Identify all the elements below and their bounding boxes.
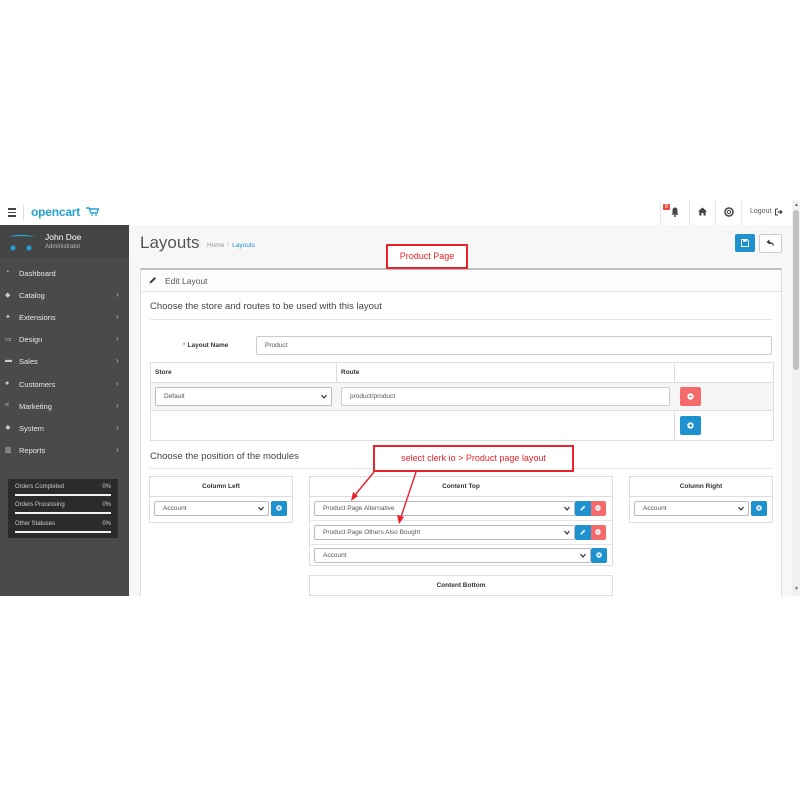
arrow-head <box>397 515 404 524</box>
chevron-right-icon: › <box>116 334 119 343</box>
stat-progress-bar <box>15 531 111 533</box>
scrollbar-thumb[interactable] <box>793 210 799 370</box>
stat-label: Orders Processing <box>15 502 65 508</box>
user-name: John Doe <box>45 232 82 242</box>
stat-orders-completed: Orders Completed 0% <box>15 484 111 496</box>
stat-label: Orders Completed <box>15 484 65 490</box>
bar-chart-icon: ▥ <box>5 447 12 454</box>
opencart-mark-icon <box>8 234 36 251</box>
header-divider <box>23 205 24 220</box>
sidebar: John Doe Administrator ◔ Dashboard ◆ Cat… <box>0 225 129 596</box>
chevron-right-icon: › <box>116 445 119 454</box>
monitor-icon: ▭ <box>5 336 12 343</box>
chevron-right-icon: › <box>116 290 119 299</box>
stat-progress-bar <box>15 512 111 514</box>
sidebar-item-label: Design <box>19 335 43 344</box>
scroll-down-icon[interactable]: ▼ <box>794 586 799 592</box>
chevron-right-icon: › <box>116 379 119 388</box>
stat-value: 0% <box>102 521 111 527</box>
arrow-line <box>400 471 417 518</box>
stat-progress-bar <box>15 494 111 496</box>
screenshot-frame: opencart 8 Logout John Doe Administrator… <box>0 200 800 596</box>
chevron-right-icon: › <box>116 401 119 410</box>
arrow-line <box>354 471 375 496</box>
stat-value: 0% <box>102 502 111 508</box>
sidebar-item-dashboard[interactable]: ◔ Dashboard <box>0 262 129 284</box>
help-button[interactable] <box>715 200 742 225</box>
sidebar-item-extensions[interactable]: ✦ Extensions › <box>0 306 129 328</box>
puzzle-icon: ✦ <box>5 314 11 321</box>
user-profile[interactable]: John Doe Administrator <box>0 225 129 258</box>
sidebar-item-customers[interactable]: ● Customers › <box>0 373 129 395</box>
sidebar-item-label: Catalog <box>19 291 45 300</box>
annotation-arrows <box>351 471 417 524</box>
sidebar-item-label: Sales <box>19 357 38 366</box>
sign-out-icon <box>775 208 783 216</box>
sidebar-item-label: Extensions <box>19 313 56 322</box>
sidebar-item-label: System <box>19 424 45 433</box>
home-button[interactable] <box>689 200 716 225</box>
notification-badge: 8 <box>663 204 670 210</box>
scroll-up-icon[interactable]: ▲ <box>794 202 799 208</box>
sidebar-item-sales[interactable]: ▬ Sales › <box>0 350 129 372</box>
order-stats: Orders Completed 0% Orders Processing 0%… <box>8 479 118 538</box>
chevron-right-icon: › <box>116 356 119 365</box>
sidebar-item-catalog[interactable]: ◆ Catalog › <box>0 284 129 306</box>
sidebar-item-label: Customers <box>19 380 56 389</box>
dashboard-icon: ◔ <box>5 269 10 276</box>
bell-icon <box>671 207 679 217</box>
brand-logo[interactable]: opencart <box>31 205 80 219</box>
sidebar-item-label: Marketing <box>19 402 52 411</box>
stat-orders-processing: Orders Processing 0% <box>15 502 111 514</box>
life-ring-icon <box>724 207 734 217</box>
sidebar-item-design[interactable]: ▭ Design › <box>0 328 129 350</box>
chevron-right-icon: › <box>116 423 119 432</box>
cart-logo-icon <box>86 207 99 216</box>
sidebar-item-marketing[interactable]: < Marketing › <box>0 395 129 417</box>
top-header: opencart 8 Logout <box>0 200 792 226</box>
user-role: Administrator <box>45 244 81 250</box>
vertical-scrollbar[interactable]: ▲ ▼ <box>792 200 800 596</box>
share-icon: < <box>5 402 10 409</box>
main-content: Layouts Home / Layouts Edit Layout Choos… <box>129 225 792 596</box>
stat-label: Other Statuses <box>15 521 56 527</box>
stat-value: 0% <box>102 484 111 490</box>
sidebar-item-label: Reports <box>19 446 46 455</box>
stat-other-statuses: Other Statuses 0% <box>15 521 111 533</box>
logout-label[interactable]: Logout <box>750 208 771 215</box>
sidebar-item-label: Dashboard <box>19 269 56 278</box>
cart-icon: ▬ <box>5 357 12 364</box>
home-icon <box>698 207 707 216</box>
menu-toggle-icon[interactable] <box>8 208 16 217</box>
chevron-right-icon: › <box>116 312 119 321</box>
sidebar-item-reports[interactable]: ▥ Reports › <box>0 439 129 461</box>
user-icon: ● <box>5 380 10 387</box>
sidebar-item-system[interactable]: ✹ System › <box>0 417 129 439</box>
tag-icon: ◆ <box>5 292 11 299</box>
gear-icon: ✹ <box>5 425 11 432</box>
